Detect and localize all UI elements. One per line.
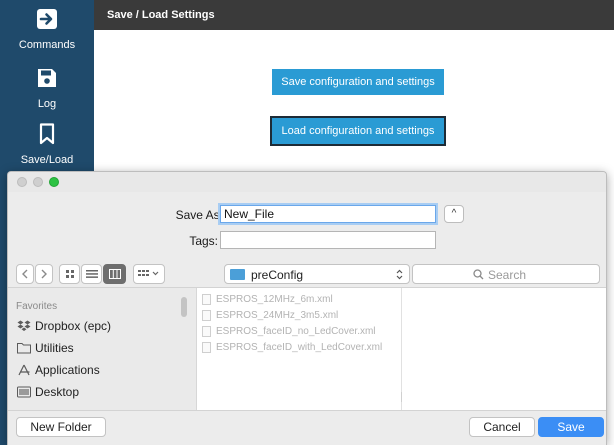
sidebar-item-save-load[interactable]: Save/Load bbox=[0, 119, 94, 175]
column-view-button[interactable] bbox=[103, 264, 126, 284]
applications-icon bbox=[18, 364, 30, 376]
document-icon bbox=[202, 342, 211, 353]
document-icon bbox=[202, 310, 211, 321]
save-as-label: Save As: bbox=[175, 208, 223, 222]
sidebar-item-label: Commands bbox=[18, 39, 76, 51]
chevron-up-icon: ^ bbox=[451, 208, 457, 219]
grid-icon bbox=[65, 270, 74, 278]
list-icon bbox=[85, 270, 98, 278]
forward-button[interactable] bbox=[35, 264, 53, 284]
list-view-button[interactable] bbox=[81, 264, 102, 284]
sidebar-item-commands[interactable]: Commands bbox=[0, 4, 94, 60]
gallery-chevron-icon bbox=[138, 270, 159, 276]
file-name: ESPROS_24MHz_3m5.xml bbox=[216, 310, 339, 321]
folder-icon bbox=[17, 343, 31, 354]
save-configuration-button[interactable]: Save configuration and settings bbox=[272, 69, 444, 95]
floppy-disk-icon bbox=[38, 69, 56, 87]
close-window-button[interactable] bbox=[17, 177, 27, 187]
cancel-button[interactable]: Cancel bbox=[469, 417, 535, 437]
load-configuration-button[interactable]: Load configuration and settings bbox=[270, 116, 446, 146]
file-column: ESPROS_12MHz_6m.xml ESPROS_24MHz_3m5.xml… bbox=[197, 288, 406, 410]
sidebar-item-log[interactable]: Log bbox=[0, 63, 94, 119]
group-by-button[interactable] bbox=[133, 264, 165, 284]
dialog-titlebar bbox=[8, 172, 606, 192]
search-placeholder: Search bbox=[488, 268, 527, 282]
app-header: Save / Load Settings bbox=[94, 0, 614, 30]
location-dropdown[interactable]: preConfig bbox=[224, 264, 410, 284]
dropbox-icon bbox=[17, 320, 31, 331]
favorite-label: Applications bbox=[35, 363, 100, 377]
sidebar-item-label: Save/Load bbox=[20, 154, 74, 166]
save-as-input[interactable]: New_File bbox=[220, 205, 436, 223]
location-label: preConfig bbox=[251, 268, 304, 282]
sidebar-scrollbar[interactable] bbox=[181, 297, 187, 317]
minimize-window-button[interactable] bbox=[33, 177, 43, 187]
bookmark-icon bbox=[39, 123, 55, 145]
new-folder-button[interactable]: New Folder bbox=[16, 417, 106, 437]
save-button[interactable]: Save bbox=[538, 417, 604, 437]
icon-view-button[interactable] bbox=[59, 264, 80, 284]
tags-input[interactable] bbox=[220, 231, 436, 249]
columns-icon bbox=[108, 269, 121, 279]
page-title: Save / Load Settings bbox=[107, 9, 215, 21]
updown-chevron-icon bbox=[396, 269, 403, 280]
folder-icon bbox=[230, 269, 245, 280]
favorites-header: Favorites bbox=[16, 301, 58, 312]
favorite-label: Dropbox (epc) bbox=[35, 319, 112, 333]
document-icon bbox=[202, 326, 211, 337]
chevron-right-icon bbox=[41, 269, 47, 279]
favorite-label: Utilities bbox=[35, 341, 74, 355]
zoom-window-button[interactable] bbox=[49, 177, 59, 187]
file-name: ESPROS_12MHz_6m.xml bbox=[216, 294, 333, 305]
expand-dialog-button[interactable]: ^ bbox=[444, 205, 464, 223]
file-browser: Favorites Dropbox (epc) Utilities Applic… bbox=[8, 287, 606, 411]
sidebar-item-label: Log bbox=[37, 98, 57, 110]
arrow-right-icon bbox=[37, 9, 57, 29]
file-name: ESPROS_faceID_with_LedCover.xml bbox=[216, 342, 383, 353]
preview-column bbox=[402, 288, 606, 410]
file-name: ESPROS_faceID_no_LedCover.xml bbox=[216, 326, 376, 337]
document-icon bbox=[202, 294, 211, 305]
favorites-sidebar: Favorites Dropbox (epc) Utilities Applic… bbox=[8, 288, 197, 410]
favorite-label: Desktop bbox=[35, 385, 80, 399]
back-button[interactable] bbox=[16, 264, 34, 284]
chevron-left-icon bbox=[22, 269, 28, 279]
tags-label: Tags: bbox=[189, 234, 218, 248]
search-icon bbox=[473, 269, 484, 280]
save-dialog: Save As: New_File ^ Tags: preConfig Sear… bbox=[7, 171, 607, 445]
desktop-icon bbox=[17, 386, 31, 398]
search-field[interactable]: Search bbox=[412, 264, 600, 284]
